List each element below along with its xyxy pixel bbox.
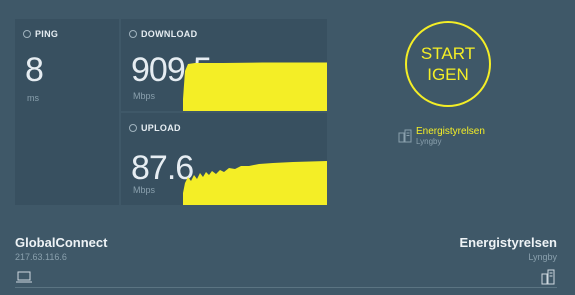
start-button-line1: START	[420, 44, 476, 63]
isp-name: GlobalConnect	[15, 235, 108, 250]
laptop-icon	[16, 271, 32, 283]
isp-info: GlobalConnect 217.63.116.6	[15, 235, 107, 262]
download-label: DOWNLOAD	[141, 29, 198, 39]
download-panel: DOWNLOAD 909.5 Mbps	[121, 19, 327, 111]
server-icon	[541, 269, 555, 285]
ping-label: PING	[35, 29, 59, 39]
host-info: Energistyrelsen Lyngby	[459, 235, 557, 262]
isp-ip: 217.63.116.6	[15, 252, 67, 262]
download-unit: Mbps	[133, 91, 156, 101]
ping-panel: PING 8 ms	[15, 19, 119, 205]
ping-icon	[23, 30, 31, 38]
upload-icon	[129, 124, 137, 132]
host-location: Lyngby	[528, 252, 557, 262]
host-name: Energistyrelsen	[459, 235, 557, 250]
start-button-line2: IGEN	[427, 65, 469, 84]
ping-header: PING	[23, 29, 58, 39]
download-graph	[183, 62, 327, 111]
upload-header: UPLOAD	[129, 123, 181, 133]
server-location: Lyngby	[416, 137, 442, 146]
upload-unit: Mbps	[133, 185, 156, 195]
download-header: DOWNLOAD	[129, 29, 197, 39]
download-icon	[129, 30, 137, 38]
upload-panel: UPLOAD 87.6 Mbps	[121, 113, 327, 205]
upload-graph	[183, 161, 327, 205]
bottom-divider	[15, 287, 557, 288]
upload-label: UPLOAD	[141, 123, 181, 133]
server-icon	[398, 129, 412, 143]
ping-unit: ms	[27, 93, 39, 103]
start-again-button[interactable]: START IGEN	[405, 21, 491, 107]
server-selector[interactable]: Energistyrelsen Lyngby	[398, 126, 485, 146]
ping-value: 8	[25, 51, 44, 89]
server-name: Energistyrelsen	[416, 126, 485, 137]
